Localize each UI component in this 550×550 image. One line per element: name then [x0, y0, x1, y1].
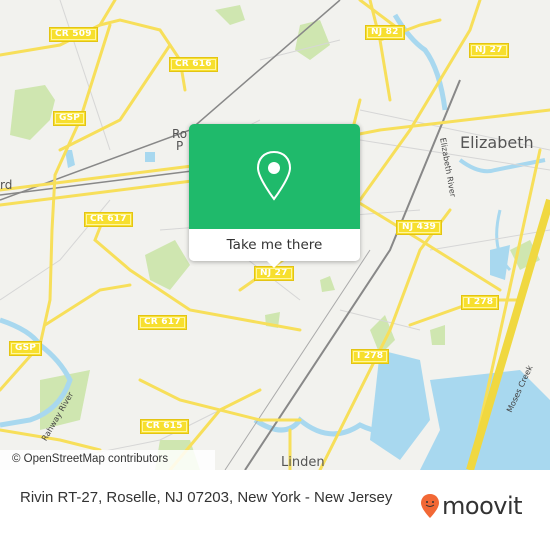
- road-shield: GSP: [53, 111, 87, 126]
- place-label-linden: Linden: [281, 455, 325, 470]
- road-shield: NJ 439: [396, 220, 443, 235]
- map-attribution[interactable]: © OpenStreetMap contributors: [0, 450, 215, 470]
- road-shield: NJ 27: [254, 266, 294, 281]
- road-shield: CR 616: [169, 57, 218, 72]
- road-shield: CR 615: [140, 419, 189, 434]
- place-label-cranford: rd: [0, 178, 13, 192]
- moovit-pin-icon: [421, 494, 439, 518]
- place-label-elizabeth: Elizabeth: [460, 133, 534, 152]
- road-shield: CR 617: [138, 315, 187, 330]
- place-label-roselle-park: P: [176, 139, 184, 153]
- brand-name: moovit: [442, 492, 523, 520]
- location-popup: Take me there: [189, 124, 360, 268]
- road-shield: NJ 27: [469, 43, 509, 58]
- map-view[interactable]: CR 509 CR 616 NJ 82 NJ 27 GSP CR 617 NJ …: [0, 0, 550, 470]
- popup-header: [189, 124, 360, 229]
- address-text: Rivin RT-27, Roselle, NJ 07203, New York…: [20, 489, 393, 506]
- road-shield: GSP: [9, 341, 43, 356]
- location-pin-icon: [256, 150, 292, 201]
- take-me-there-button[interactable]: Take me there: [189, 229, 360, 261]
- road-shield: CR 509: [49, 27, 98, 42]
- road-shield: NJ 82: [365, 25, 405, 40]
- popup-pointer: [267, 261, 281, 268]
- footer: Rivin RT-27, Roselle, NJ 07203, New York…: [0, 470, 550, 550]
- moovit-logo: moovit: [420, 492, 523, 520]
- road-shield: I 278: [461, 295, 500, 310]
- road-shield: CR 617: [84, 212, 133, 227]
- road-shield: I 278: [351, 349, 390, 364]
